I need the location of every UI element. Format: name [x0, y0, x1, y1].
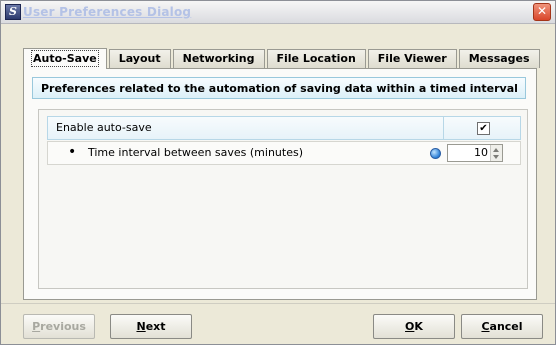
title-bar[interactable]: S User Preferences Dialog ✕ [1, 1, 555, 24]
app-icon: S [5, 4, 21, 20]
preferences-dialog: S User Preferences Dialog ✕ Auto-Save La… [0, 0, 556, 345]
cancel-button[interactable]: Cancel [461, 314, 543, 339]
tab-auto-save[interactable]: Auto-Save [23, 48, 107, 69]
interval-value[interactable]: 10 [474, 146, 488, 159]
column-divider [443, 117, 444, 139]
close-icon: ✕ [536, 4, 548, 18]
interval-row: • Time interval between saves (minutes) … [47, 141, 521, 165]
button-separator [1, 303, 555, 304]
tab-networking[interactable]: Networking [172, 49, 265, 68]
bullet-icon: • [68, 144, 77, 160]
interval-label: Time interval between saves (minutes) [88, 146, 303, 159]
info-dot-icon [430, 148, 441, 159]
auto-save-panel: Preferences related to the automation of… [23, 68, 537, 300]
enable-autosave-label: Enable auto-save [56, 121, 152, 134]
next-button[interactable]: Next [110, 314, 192, 339]
window-title: User Preferences Dialog [23, 5, 192, 19]
enable-autosave-checkbox[interactable]: ✔ [477, 122, 490, 135]
spinner-down-icon[interactable] [493, 155, 499, 159]
tab-file-location[interactable]: File Location [266, 49, 366, 68]
tab-layout[interactable]: Layout [108, 49, 171, 68]
settings-box: Enable auto-save ✔ • Time interval betwe… [38, 109, 528, 289]
tab-messages[interactable]: Messages [458, 49, 540, 68]
spinner-arrows [490, 145, 502, 161]
previous-button[interactable]: Previous [23, 314, 95, 339]
interval-spinner[interactable]: 10 [447, 144, 503, 162]
close-button[interactable]: ✕ [533, 3, 551, 21]
enable-autosave-row: Enable auto-save ✔ [47, 116, 521, 140]
tab-file-viewer[interactable]: File Viewer [367, 49, 457, 68]
check-icon: ✔ [479, 123, 488, 134]
ok-button[interactable]: OK [373, 314, 455, 339]
spinner-up-icon[interactable] [493, 148, 499, 152]
section-header: Preferences related to the automation of… [32, 77, 526, 99]
tab-strip: Auto-Save Layout Networking File Locatio… [23, 48, 542, 69]
